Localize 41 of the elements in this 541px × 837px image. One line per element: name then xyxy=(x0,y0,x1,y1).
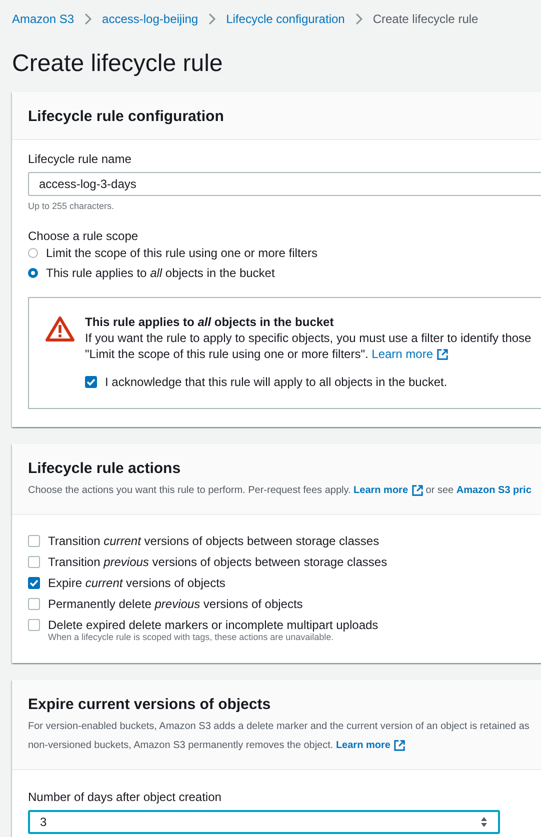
action-checkbox[interactable]: Transition current versions of objects between storage classes xyxy=(28,531,541,551)
learn-more-link[interactable]: Learn more xyxy=(354,481,424,500)
section-heading: Lifecycle rule configuration xyxy=(28,108,225,125)
scope-radio-option[interactable]: Limit the scope of this rule using one or more filters xyxy=(28,243,541,263)
chevron-right-icon xyxy=(208,13,216,25)
action-checkbox[interactable]: Delete expired delete markers or incomplete multipart uploads xyxy=(28,615,541,635)
chevron-right-icon xyxy=(84,13,92,25)
breadcrumb-link[interactable]: Lifecycle configuration xyxy=(226,12,345,26)
breadcrumb-link[interactable]: Amazon S3 xyxy=(12,12,74,26)
learn-more-link[interactable]: Learn more xyxy=(372,346,448,362)
scope-radio-option[interactable]: This rule applies to all objects in the bucket xyxy=(28,263,541,283)
section-description: Choose the actions you want this rule to perform. Per-request fees apply. Learn more or see Amazon S3 pric xyxy=(28,481,541,500)
action-checkbox[interactable]: Permanently delete previous versions of objects xyxy=(28,594,541,614)
acknowledge-checkbox[interactable]: I acknowledge that this rule will apply to all objects in the bucket. xyxy=(85,372,532,392)
field-label: Lifecycle rule name xyxy=(28,152,132,166)
field-label: Number of days after object creation xyxy=(28,790,222,804)
breadcrumb-link[interactable]: access-log-beijing xyxy=(102,12,198,26)
breadcrumb-link[interactable]: Create lifecycle rule xyxy=(372,12,478,26)
action-checkbox[interactable]: Expire current versions of objects xyxy=(28,573,541,593)
warning-text: "Limit the scope of this rule using one or more filters". Learn more xyxy=(85,346,532,362)
warning-icon xyxy=(45,316,75,342)
spinner-icon xyxy=(480,816,488,828)
page-title: Create lifecycle rule xyxy=(12,49,224,79)
external-link-icon xyxy=(437,348,448,360)
days-number-field[interactable]: 3 xyxy=(28,810,500,834)
section-heading: Expire current versions of objects xyxy=(28,696,272,713)
learn-more-link[interactable]: Learn more xyxy=(336,736,406,755)
learn-more-link[interactable]: Amazon S3 pric xyxy=(456,481,532,500)
section-description: For version-enabled buckets, Amazon S3 adds a delete marker and the current version of an object is retained as xyxy=(28,720,530,734)
rule-name-field[interactable]: access-log-3-days xyxy=(28,172,541,196)
warning-title: This rule applies to all objects in the bucket xyxy=(85,314,335,330)
chevron-right-icon xyxy=(354,13,363,25)
field-label: Choose a rule scope xyxy=(28,229,140,243)
action-checkbox[interactable]: Transition previous versions of objects between storage classes xyxy=(28,552,541,572)
section-heading: Lifecycle rule actions xyxy=(28,460,182,477)
external-link-icon xyxy=(412,485,424,496)
warning-text: If you want the rule to apply to specific objects, you must use a filter to identify those xyxy=(85,330,532,346)
option-hint: When a lifecycle rule is scoped with tags, these actions are unavailable. xyxy=(48,632,335,642)
field-hint: Up to 255 characters. xyxy=(28,201,116,211)
section-description: non-versioned buckets, Amazon S3 permanently removes the object. Learn more xyxy=(28,736,541,755)
external-link-icon xyxy=(394,740,406,751)
